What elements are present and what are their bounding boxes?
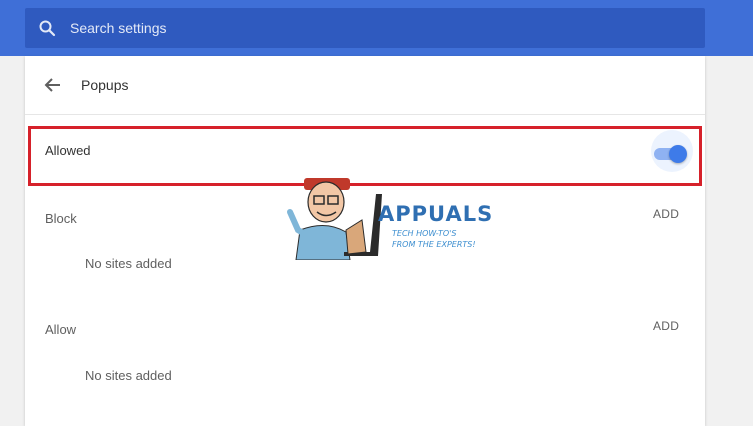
search-box[interactable]: Search settings [25,8,705,48]
allowed-row[interactable]: Allowed [25,128,705,176]
arrow-back-icon[interactable] [43,75,63,95]
allow-add-button[interactable]: ADD [653,319,679,333]
settings-card: Popups Allowed Block ADD No sites added … [25,56,705,426]
page-header: Popups [25,56,705,114]
block-empty-text: No sites added [85,256,172,271]
page-title: Popups [81,77,129,93]
search-icon[interactable] [38,19,56,37]
block-add-button[interactable]: ADD [653,207,679,221]
top-toolbar: Search settings [0,0,753,56]
allow-section-label: Allow [45,322,77,337]
allow-empty-text: No sites added [85,368,172,383]
popups-allowed-toggle[interactable] [654,144,688,164]
header-divider [25,114,705,115]
toggle-knob [669,145,687,163]
allowed-label: Allowed [45,143,91,158]
block-section-label: Block [45,211,77,226]
search-input[interactable]: Search settings [70,19,167,37]
